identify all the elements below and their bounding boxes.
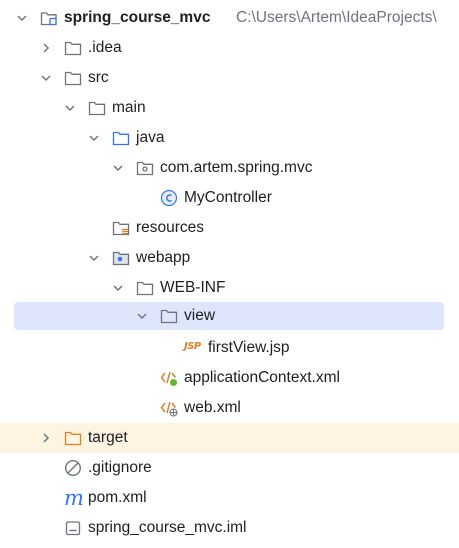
chevron-down-icon[interactable] <box>14 10 30 26</box>
tree-label-idea: .idea <box>88 39 122 56</box>
tree-label-src: src <box>88 69 109 86</box>
project-name: spring_course_mvc <box>64 9 211 26</box>
tree-label-firstview: firstView.jsp <box>208 339 290 356</box>
tree-row-resources[interactable]: resources <box>0 213 459 243</box>
chevron-right-icon[interactable] <box>38 430 54 446</box>
tree-row-mycontroller[interactable]: MyController <box>0 183 459 213</box>
chevron-down-icon[interactable] <box>110 160 126 176</box>
tree-label-mycontroller: MyController <box>184 189 272 206</box>
package-icon <box>136 159 154 177</box>
folder-icon <box>160 307 178 325</box>
tree-row-webinf[interactable]: WEB-INF <box>0 273 459 303</box>
tree-row-pom[interactable]: m pom.xml <box>0 483 459 513</box>
chevron-down-icon[interactable] <box>62 100 78 116</box>
tree-row-package[interactable]: com.artem.spring.mvc <box>0 153 459 183</box>
module-folder-icon <box>40 9 58 27</box>
tree-row-firstview[interactable]: JSP firstView.jsp <box>0 333 459 363</box>
tree-label-package: com.artem.spring.mvc <box>160 159 313 176</box>
tree-label-webapp: webapp <box>136 249 191 266</box>
tree-row-java[interactable]: java <box>0 123 459 153</box>
java-class-icon <box>160 189 178 207</box>
source-folder-icon <box>112 129 130 147</box>
tree-label-webinf: WEB-INF <box>160 279 226 296</box>
tree-label-gitignore: .gitignore <box>88 459 152 476</box>
tree-label-iml: spring_course_mvc.iml <box>88 519 247 536</box>
tree-label-pom: pom.xml <box>88 489 147 506</box>
selection-highlight <box>14 302 444 330</box>
web-folder-icon <box>112 249 130 267</box>
tree-row-iml[interactable]: spring_course_mvc.iml <box>0 513 459 543</box>
chevron-right-icon[interactable] <box>38 40 54 56</box>
project-path: C:\Users\Artem\IdeaProjects\ <box>236 9 437 26</box>
tree-label-webxml: web.xml <box>184 399 241 416</box>
chevron-down-icon[interactable] <box>38 70 54 86</box>
tree-label-main: main <box>112 99 146 116</box>
chevron-down-icon[interactable] <box>86 130 102 146</box>
iml-file-icon <box>64 519 82 537</box>
spring-xml-icon <box>160 369 178 387</box>
tree-row-src[interactable]: src <box>0 63 459 93</box>
tree-label-appcontext: applicationContext.xml <box>184 369 340 386</box>
folder-icon <box>64 69 82 87</box>
ignore-file-icon <box>64 459 82 477</box>
chevron-down-icon[interactable] <box>110 280 126 296</box>
resources-folder-icon <box>112 219 130 237</box>
tree-row-gitignore[interactable]: .gitignore <box>0 453 459 483</box>
tree-row-main[interactable]: main <box>0 93 459 123</box>
tree-row-webxml[interactable]: web.xml <box>0 393 459 423</box>
tree-row-webapp[interactable]: webapp <box>0 243 459 273</box>
tree-label-java: java <box>136 129 165 146</box>
tree-label-target: target <box>88 429 128 446</box>
folder-icon <box>136 279 154 297</box>
tree-label-view: view <box>184 307 216 324</box>
tree-label-resources: resources <box>136 219 205 236</box>
tree-row-target[interactable]: target <box>0 423 459 453</box>
tree-row-view[interactable]: view <box>0 301 459 331</box>
project-tree: spring_course_mvc C:\Users\Artem\IdeaPro… <box>0 0 459 548</box>
folder-icon <box>64 39 82 57</box>
tree-row-project[interactable]: spring_course_mvc C:\Users\Artem\IdeaPro… <box>0 3 459 33</box>
jsp-file-icon: JSP <box>184 341 201 352</box>
folder-icon <box>88 99 106 117</box>
web-xml-icon <box>160 399 178 417</box>
excluded-folder-icon <box>64 429 82 447</box>
tree-row-appcontext[interactable]: applicationContext.xml <box>0 363 459 393</box>
maven-icon: m <box>64 486 84 510</box>
chevron-down-icon[interactable] <box>134 308 150 324</box>
tree-row-idea[interactable]: .idea <box>0 33 459 63</box>
chevron-down-icon[interactable] <box>86 250 102 266</box>
